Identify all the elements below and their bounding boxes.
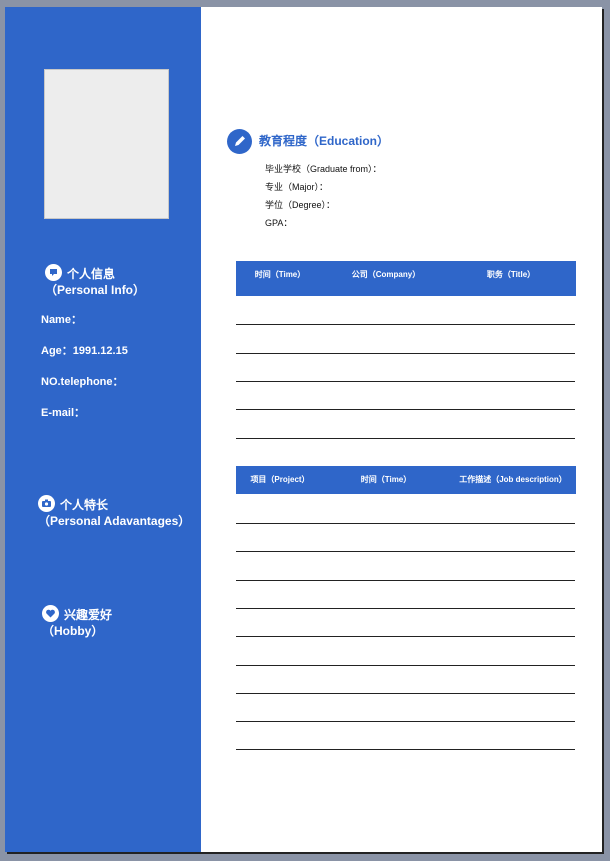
education-heading: 教育程度（Education） bbox=[227, 128, 390, 155]
education-title: 教育程度（Education） bbox=[259, 134, 390, 148]
project-header-description: 工作描述（Job description） bbox=[459, 475, 567, 484]
personal-info-heading: 个人信息 （Personal Info） bbox=[45, 264, 145, 298]
work-table-rule bbox=[236, 381, 575, 382]
work-header-time: 时间（Time） bbox=[254, 270, 306, 279]
project-table-rule bbox=[236, 749, 575, 750]
hobby-subtitle: （Hobby） bbox=[42, 624, 104, 638]
graduate-from-field: 毕业学校（Graduate from）： bbox=[265, 164, 382, 174]
age-field: Age：1991.12.15 bbox=[41, 345, 128, 357]
project-table-rule bbox=[236, 523, 575, 524]
advantages-subtitle: （Personal Adavantages） bbox=[38, 514, 191, 528]
personal-info-subtitle: （Personal Info） bbox=[45, 283, 146, 297]
project-table-rule bbox=[236, 551, 575, 552]
gpa-field: GPA： bbox=[265, 218, 293, 228]
project-header-project: 项目（Project） bbox=[250, 475, 310, 484]
heart-icon bbox=[42, 605, 59, 622]
telephone-field: NO.telephone： bbox=[41, 376, 124, 388]
hobby-title: 兴趣爱好 bbox=[64, 608, 113, 622]
project-table-rule bbox=[236, 636, 575, 637]
project-table-rule bbox=[236, 721, 575, 722]
hobby-heading: 兴趣爱好 （Hobby） bbox=[42, 605, 112, 639]
work-header-title: 职务（Title） bbox=[486, 270, 536, 279]
photo-placeholder bbox=[44, 69, 169, 219]
work-table-rule bbox=[236, 438, 575, 439]
project-header-time: 时间（Time） bbox=[360, 475, 412, 484]
major-field: 专业（Major）： bbox=[265, 182, 329, 192]
personal-info-title: 个人信息 bbox=[67, 267, 116, 281]
sidebar: 个人信息 （Personal Info） Name： Age：1991.12.1… bbox=[5, 7, 201, 852]
chat-bubble-icon bbox=[45, 264, 62, 281]
project-table-rule bbox=[236, 608, 575, 609]
degree-field: 学位（Degree）： bbox=[265, 200, 336, 210]
camera-icon bbox=[38, 495, 55, 512]
work-table-rule bbox=[236, 353, 575, 354]
project-table-rule bbox=[236, 693, 575, 694]
project-table-header: 项目（Project） 时间（Time） 工作描述（Job descriptio… bbox=[236, 466, 576, 494]
work-table-rule bbox=[236, 409, 575, 410]
pencil-icon bbox=[227, 129, 252, 155]
work-table-rule bbox=[236, 324, 575, 325]
resume-page: 个人信息 （Personal Info） Name： Age：1991.12.1… bbox=[5, 7, 602, 852]
work-table-header: 时间（Time） 公司（Company） 职务（Title） bbox=[236, 261, 576, 296]
name-field: Name： bbox=[41, 314, 82, 326]
advantages-heading: 个人特长 （Personal Adavantages） bbox=[38, 495, 190, 529]
advantages-title: 个人特长 bbox=[60, 498, 109, 512]
email-field: E-mail： bbox=[41, 407, 86, 419]
project-table-rule bbox=[236, 580, 575, 581]
work-header-company: 公司（Company） bbox=[351, 270, 421, 279]
project-table-rule bbox=[236, 665, 575, 666]
